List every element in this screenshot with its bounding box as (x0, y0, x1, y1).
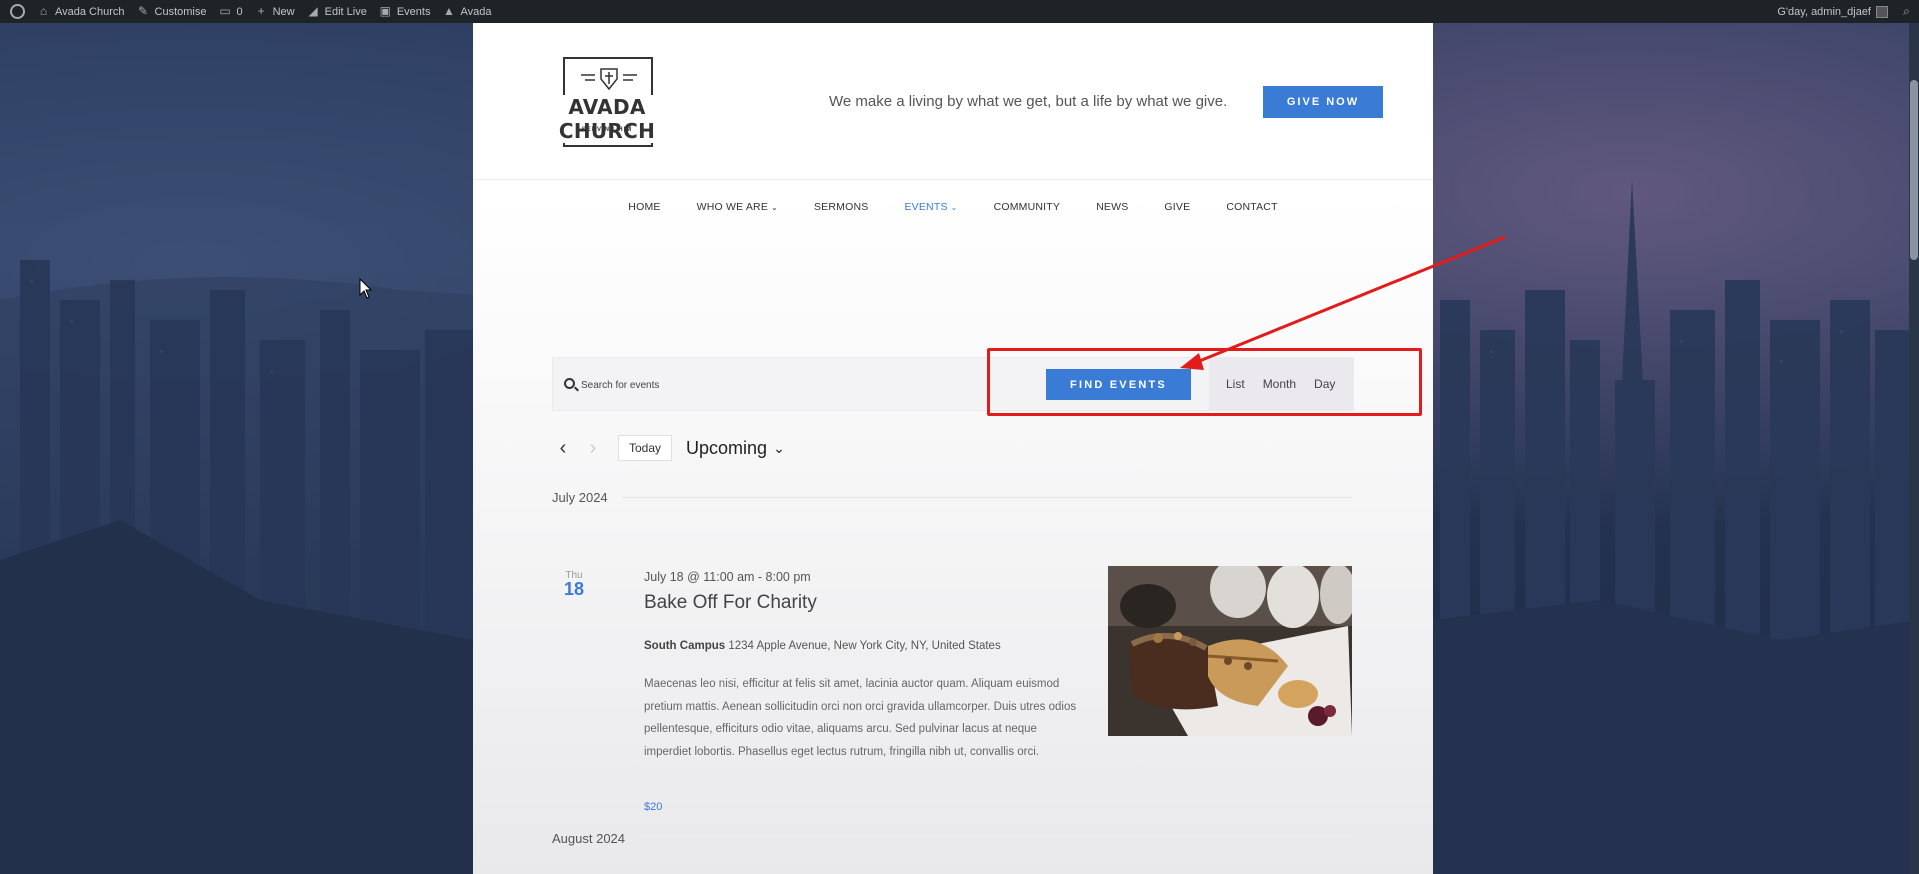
search-icon (564, 378, 575, 389)
nav-item-label: GIVE (1164, 201, 1191, 213)
venue-name: South Campus (644, 640, 726, 652)
event-image[interactable] (1108, 566, 1352, 736)
month-separator: August 2024 (552, 831, 1352, 846)
avada-menu[interactable]: ▲ Avada (436, 0, 497, 23)
nav-item-news[interactable]: NEWS (1078, 201, 1146, 213)
date-range-selector[interactable]: Upcoming ⌄ (686, 438, 785, 459)
scrollbar-thumb[interactable] (1910, 80, 1918, 260)
avada-icon: ▲ (443, 4, 455, 18)
comments-count: 0 (236, 5, 243, 18)
account-menu[interactable]: G'day, admin_djaef (1771, 0, 1894, 23)
nav-item-who-we-are[interactable]: WHO WE ARE ⌄ (679, 201, 796, 213)
main-nav: HOME WHO WE ARE ⌄ SERMONS EVENTS ⌄ COMMUNI… (473, 181, 1433, 233)
search-icon: ⌕ (1903, 4, 1910, 18)
edit-live-label: Edit Live (324, 5, 367, 18)
nav-item-label: CONTACT (1226, 201, 1278, 213)
customise-link[interactable]: ✎ Customise (131, 0, 213, 23)
nav-item-label: EVENTS (904, 201, 948, 213)
logo-subtitle: SERVING HIM (581, 127, 633, 133)
shield-icon (581, 68, 637, 91)
home-icon: ⌂ (39, 4, 48, 18)
nav-item-contact[interactable]: CONTACT (1208, 201, 1295, 213)
avatar (1876, 5, 1888, 18)
chevron-down-icon: ⌄ (773, 439, 785, 456)
event-day: 18 (563, 579, 585, 599)
logo-title: AVADA CHURCH (521, 95, 693, 143)
chevron-down-icon: ⌄ (771, 202, 778, 212)
venue-address: 1234 Apple Avenue, New York City, NY, Un… (728, 640, 1001, 652)
month-separator: July 2024 (552, 490, 1352, 505)
site-logo[interactable]: AVADA CHURCH SERVING HIM (521, 57, 693, 153)
chevron-down-icon: ⌄ (950, 202, 958, 212)
tagline: We make a living by what we get, but a l… (829, 93, 1228, 110)
today-button[interactable]: Today (618, 435, 673, 461)
events-menu[interactable]: ▣ Events (373, 0, 437, 23)
previous-arrow-icon[interactable]: ‹ (552, 437, 574, 459)
event-datetime: July 18 @ 11:00 am - 8:00 pm (644, 570, 811, 584)
nav-item-events[interactable]: EVENTS ⌄ (886, 201, 975, 213)
admin-search-button[interactable]: ⌕ (1894, 0, 1919, 23)
nav-item-label: HOME (628, 201, 661, 213)
page-panel: AVADA CHURCH SERVING HIM We make a livin… (473, 23, 1433, 874)
plus-icon: + (257, 4, 265, 18)
nav-item-home[interactable]: HOME (610, 201, 678, 213)
date-navigation: ‹ › Today Upcoming ⌄ (552, 433, 785, 463)
event-price: $20 (644, 801, 663, 813)
comments-link[interactable]: ▭ 0 (212, 0, 248, 23)
brush-icon: ✎ (137, 4, 149, 18)
admin-bar: ⌂ Avada Church ✎ Customise ▭ 0 + New ◢ Edit L… (0, 0, 1919, 23)
nav-item-label: WHO WE ARE (696, 201, 769, 213)
site-header: AVADA CHURCH SERVING HIM We make a livin… (473, 23, 1433, 180)
customise-label: Customise (154, 5, 207, 18)
event-title-link[interactable]: Bake Off For Charity (644, 592, 817, 614)
divider (621, 497, 1352, 498)
nav-item-label: COMMUNITY (993, 201, 1061, 213)
greeting-label: G'day, admin_djaef (1777, 5, 1871, 18)
mouse-cursor-icon (359, 278, 373, 299)
site-name-label: Avada Church (55, 5, 125, 18)
event-item: Thu 18 July 18 @ 11:00 am - 8:00 pm Bake… (552, 560, 1353, 820)
event-venue: South Campus 1234 Apple Avenue, New York… (644, 640, 1001, 652)
nav-item-label: NEWS (1096, 201, 1129, 213)
edit-icon: ◢ (308, 4, 318, 18)
comment-icon: ▭ (219, 4, 231, 18)
wordpress-logo-menu[interactable] (0, 0, 31, 23)
nav-item-community[interactable]: COMMUNITY (976, 201, 1079, 213)
month-label: August 2024 (552, 831, 626, 846)
nav-item-label: SERMONS (813, 201, 869, 213)
events-label: Events (396, 5, 431, 18)
avada-label: Avada (460, 5, 492, 18)
nav-item-sermons[interactable]: SERMONS (796, 201, 887, 213)
next-arrow-icon[interactable]: › (582, 437, 604, 459)
month-label: July 2024 (552, 490, 608, 505)
event-description: Maecenas leo nisi, efficitur at felis si… (644, 678, 1077, 758)
nav-item-give[interactable]: GIVE (1146, 201, 1208, 213)
new-label: New (272, 5, 295, 18)
event-date-tag: Thu 18 (552, 570, 596, 600)
edit-live-link[interactable]: ◢ Edit Live (301, 0, 373, 23)
date-range-label: Upcoming (686, 437, 768, 458)
give-now-button[interactable]: GIVE NOW (1263, 86, 1383, 118)
calendar-icon: ▣ (379, 4, 391, 18)
divider (639, 838, 1352, 839)
annotation-highlight-box (987, 348, 1422, 416)
wordpress-icon (10, 4, 25, 19)
new-content-menu[interactable]: + New (249, 0, 301, 23)
events-search-input[interactable] (581, 375, 881, 395)
site-name-menu[interactable]: ⌂ Avada Church (31, 0, 131, 23)
